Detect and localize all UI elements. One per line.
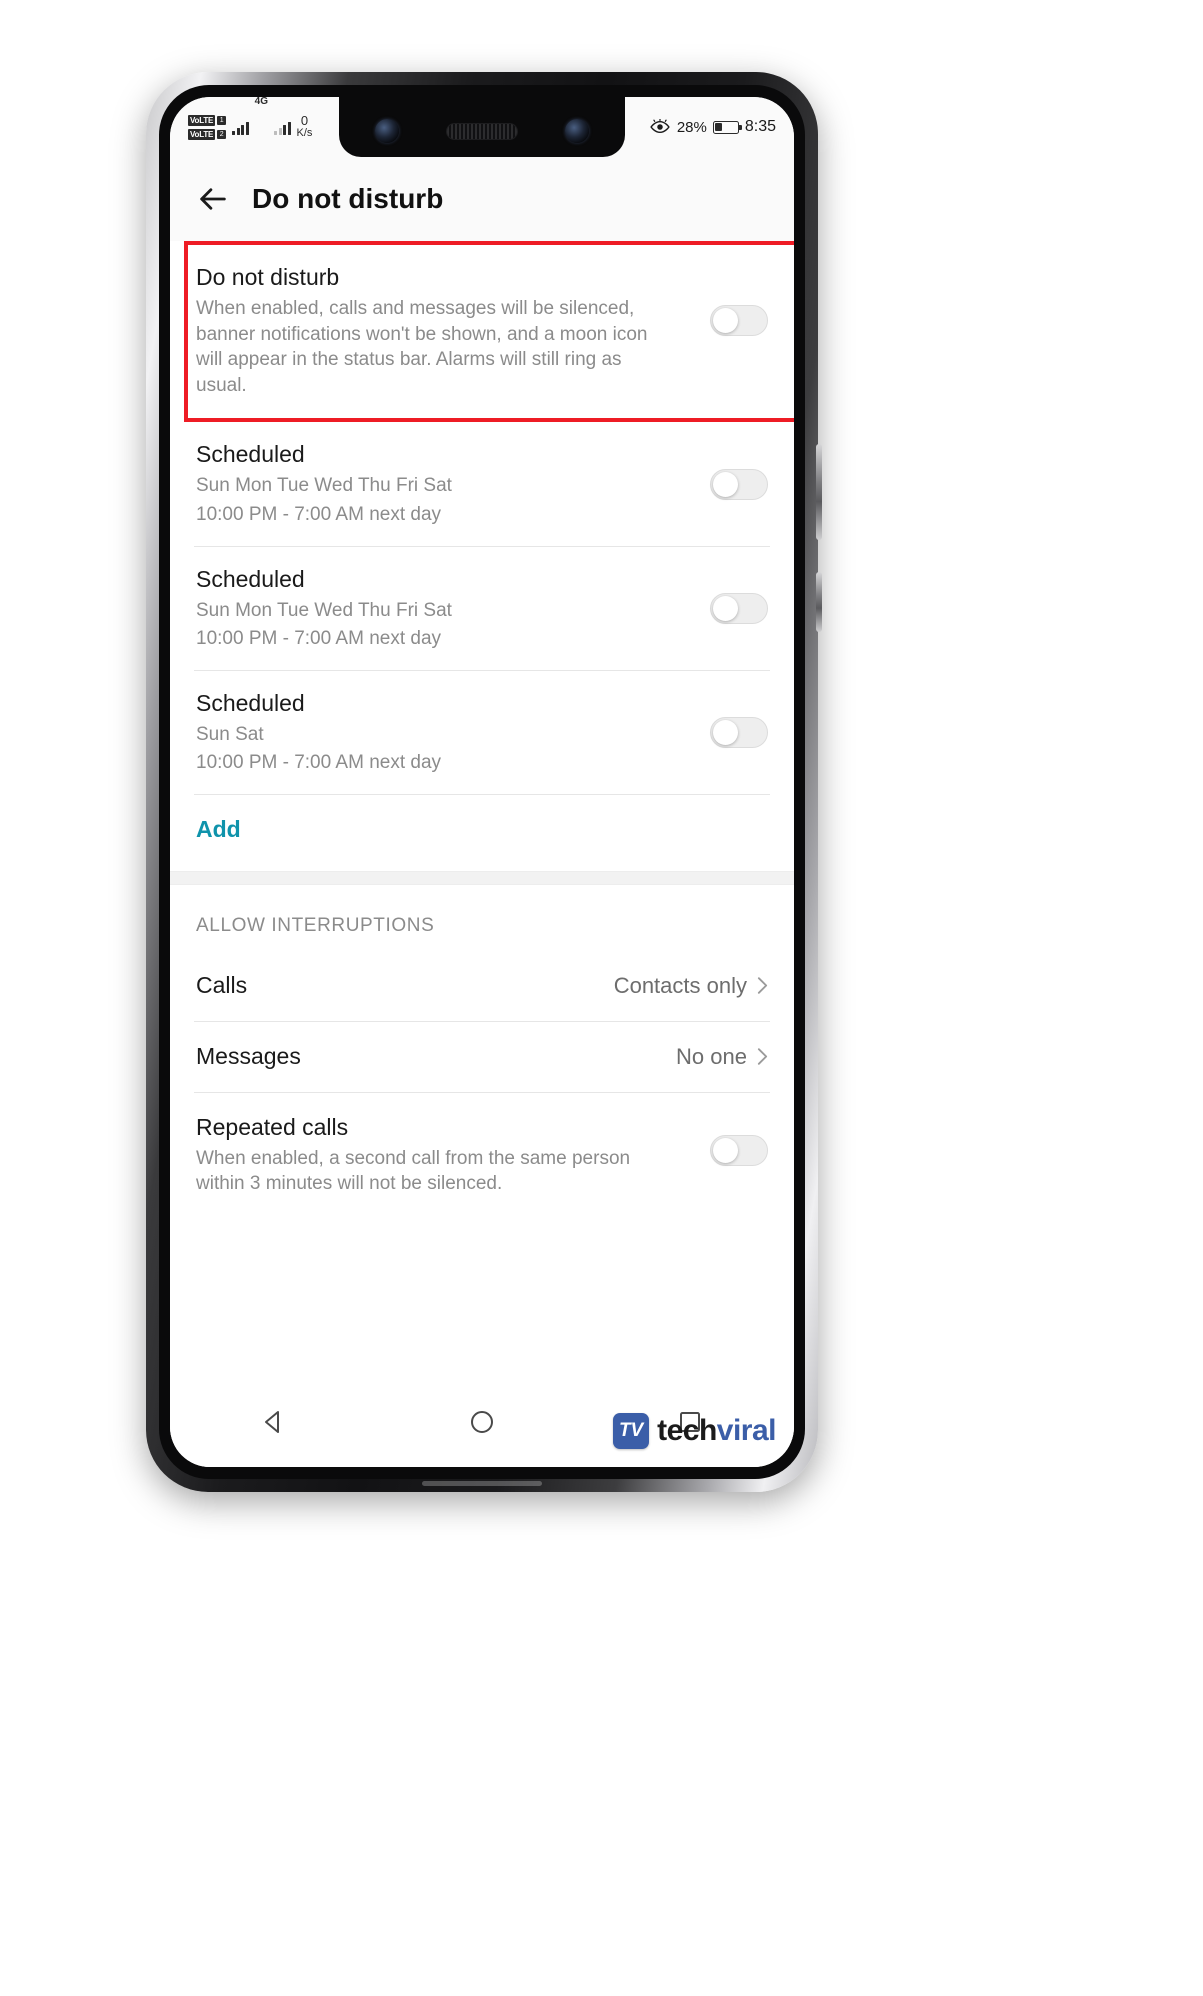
bottom-speaker-slot: [422, 1481, 542, 1486]
app-bar: Do not disturb: [170, 157, 794, 241]
repeated-calls-toggle[interactable]: [710, 1134, 768, 1166]
volte-indicators: VoLTE 1 VoLTE 2: [188, 114, 227, 140]
battery-percentage: 28%: [676, 118, 707, 136]
calls-row[interactable]: Calls Contacts only: [170, 951, 794, 1021]
dnd-toggle[interactable]: [710, 305, 768, 336]
power-button[interactable]: [816, 572, 822, 632]
phone-screen: VoLTE 1 VoLTE 2 4G 0 K/s 28% 8:35 Do not…: [170, 97, 794, 1467]
status-bar-right: 28% 8:35: [649, 97, 794, 157]
calls-value: Contacts only: [613, 972, 747, 998]
schedule-toggle-3[interactable]: [710, 716, 768, 748]
schedule-toggle-1[interactable]: [710, 468, 768, 500]
nav-back-triangle-icon: [265, 1411, 279, 1433]
volume-button[interactable]: [816, 444, 822, 540]
status-bar-left: VoLTE 1 VoLTE 2 4G 0 K/s: [170, 97, 363, 157]
volte-sim1-row: VoLTE 1: [188, 114, 227, 126]
messages-row[interactable]: Messages No one: [170, 1022, 794, 1092]
volte-2-icon: VoLTE: [188, 128, 216, 140]
wordmark-viral: viral: [716, 1414, 777, 1447]
schedule-time: 10:00 PM - 7:00 AM next day: [196, 752, 442, 774]
repeated-calls-label: Repeated calls: [196, 1113, 349, 1140]
volte-1-icon: VoLTE: [188, 114, 216, 126]
dnd-row[interactable]: Do not disturb When enabled, calls and m…: [170, 241, 794, 422]
schedule-row-1[interactable]: Scheduled Sun Mon Tue Wed Thu Fri Sat 10…: [170, 422, 794, 545]
chevron-right-icon: [757, 977, 768, 995]
dnd-description: When enabled, calls and messages will be…: [196, 297, 648, 396]
schedule-time: 10:00 PM - 7:00 AM next day: [196, 503, 442, 525]
eye-icon: [650, 119, 670, 134]
front-camera-left-icon: [375, 119, 399, 143]
repeated-calls-row[interactable]: Repeated calls When enabled, a second ca…: [170, 1093, 794, 1215]
schedule-time: 10:00 PM - 7:00 AM next day: [196, 628, 442, 650]
schedule-title: Scheduled: [196, 565, 305, 592]
section-separator: [170, 870, 794, 885]
schedule-title: Scheduled: [196, 441, 305, 468]
schedule-row-3[interactable]: Scheduled Sun Sat 10:00 PM - 7:00 AM nex…: [170, 671, 794, 794]
nav-back-button[interactable]: [246, 1394, 302, 1450]
repeated-calls-description: When enabled, a second call from the sam…: [196, 1147, 631, 1195]
schedule-days: Sun Sat: [196, 723, 264, 745]
schedule-row-2[interactable]: Scheduled Sun Mon Tue Wed Thu Fri Sat 10…: [170, 547, 794, 670]
battery-icon: [712, 120, 742, 134]
status-bar-clock: 8:35: [744, 118, 776, 135]
schedule-title: Scheduled: [196, 689, 305, 716]
messages-label: Messages: [196, 1042, 301, 1069]
calls-label: Calls: [196, 971, 248, 998]
techviral-logo-icon: TV: [613, 1413, 650, 1449]
data-speed-unit: K/s: [296, 127, 313, 140]
display-notch: [339, 97, 625, 157]
schedule-days: Sun Mon Tue Wed Thu Fri Sat: [196, 599, 452, 621]
data-speed-indicator: 0 K/s: [297, 114, 313, 139]
front-camera-right-icon: [565, 119, 589, 143]
allow-interruptions-header: ALLOW INTERRUPTIONS: [196, 914, 435, 936]
dnd-section: Do not disturb When enabled, calls and m…: [170, 241, 794, 423]
data-speed-value: 0: [300, 113, 309, 129]
chevron-right-icon: [757, 1048, 768, 1066]
nav-home-circle-icon: [471, 1411, 493, 1433]
earpiece-speaker-icon: [446, 123, 518, 140]
sim-2-badge: 2: [217, 129, 227, 139]
schedule-days: Sun Mon Tue Wed Thu Fri Sat: [196, 475, 452, 497]
page-title: Do not disturb: [252, 183, 444, 214]
dnd-title: Do not disturb: [196, 264, 340, 290]
sim-1-badge: 1: [217, 115, 227, 125]
add-button[interactable]: Add: [196, 815, 241, 845]
messages-value: No one: [676, 1043, 747, 1069]
techviral-wordmark: techviral: [657, 1414, 776, 1448]
nav-home-button[interactable]: [454, 1394, 510, 1450]
signal-strength-sim1-icon: [232, 120, 249, 135]
add-schedule-row[interactable]: Add: [170, 795, 794, 871]
back-arrow-icon[interactable]: [196, 182, 230, 216]
settings-content: Do not disturb When enabled, calls and m…: [170, 241, 794, 1377]
techviral-watermark: TV techviral: [613, 1413, 777, 1449]
signal-strength-sim2-icon: [274, 120, 291, 135]
wordmark-tech: tech: [657, 1414, 717, 1447]
phone-bezel: VoLTE 1 VoLTE 2 4G 0 K/s 28% 8:35 Do not…: [159, 85, 805, 1479]
volte-sim2-row: VoLTE 2: [188, 128, 227, 140]
phone-frame: VoLTE 1 VoLTE 2 4G 0 K/s 28% 8:35 Do not…: [146, 72, 822, 1492]
network-type-label: 4G: [254, 97, 268, 107]
schedule-toggle-2[interactable]: [710, 592, 768, 624]
